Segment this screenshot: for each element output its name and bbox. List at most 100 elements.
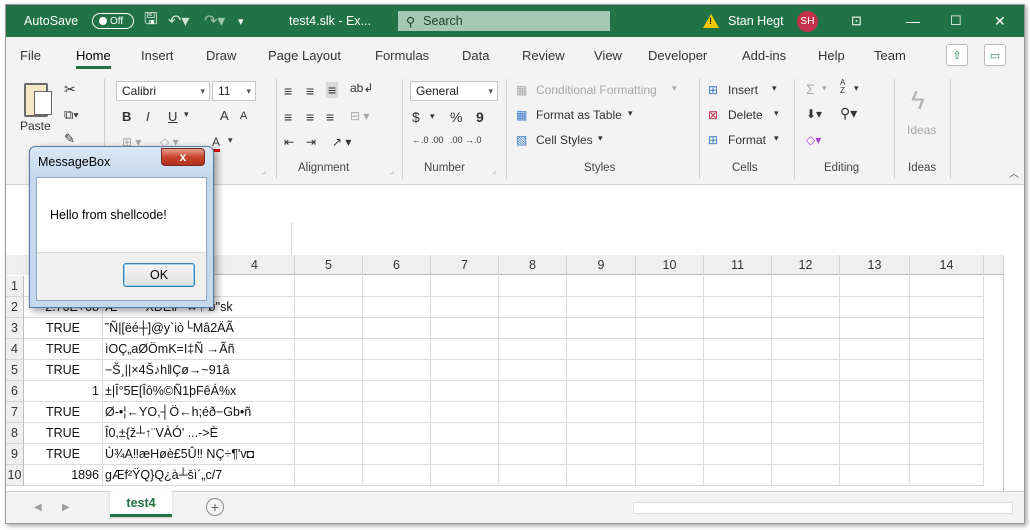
- tab-formulas[interactable]: Formulas: [375, 48, 429, 63]
- empty-cell[interactable]: [910, 381, 984, 402]
- empty-cell[interactable]: [910, 318, 984, 339]
- empty-cell[interactable]: [636, 402, 704, 423]
- empty-cell[interactable]: [295, 297, 363, 318]
- tab-page-layout[interactable]: Page Layout: [268, 48, 341, 63]
- empty-cell[interactable]: [499, 402, 567, 423]
- empty-cell[interactable]: [772, 381, 840, 402]
- align-center-icon[interactable]: ≡: [306, 109, 314, 125]
- empty-cell[interactable]: [295, 402, 363, 423]
- empty-cell[interactable]: [772, 318, 840, 339]
- empty-cell[interactable]: [295, 423, 363, 444]
- cell-text[interactable]: gÆf²ŸQ}Q¿à┴šì´„c/7: [103, 465, 295, 486]
- empty-cell[interactable]: [431, 444, 499, 465]
- empty-cell[interactable]: [295, 339, 363, 360]
- empty-cell[interactable]: [567, 381, 636, 402]
- empty-cell[interactable]: [772, 276, 840, 297]
- number-format-select[interactable]: General ▾: [410, 81, 498, 101]
- empty-cell[interactable]: [499, 339, 567, 360]
- empty-cell[interactable]: [431, 276, 499, 297]
- row-header[interactable]: 4: [6, 339, 24, 360]
- empty-cell[interactable]: [772, 297, 840, 318]
- currency-dropdown-icon[interactable]: ▾: [430, 111, 435, 122]
- empty-cell[interactable]: [431, 402, 499, 423]
- horizontal-scrollbar[interactable]: [633, 502, 1013, 514]
- tab-insert[interactable]: Insert: [141, 48, 174, 63]
- empty-cell[interactable]: [840, 318, 910, 339]
- decrease-decimal-button[interactable]: .00 →.0: [450, 135, 482, 145]
- insert-cells-button[interactable]: Insert: [728, 83, 758, 97]
- format-painter-icon[interactable]: ✎: [64, 131, 75, 147]
- empty-cell[interactable]: [363, 444, 431, 465]
- bold-button[interactable]: B: [122, 109, 131, 124]
- decrease-indent-icon[interactable]: ⇤: [284, 135, 294, 149]
- align-right-icon[interactable]: ≡: [326, 109, 334, 125]
- cell-value[interactable]: 1896: [24, 465, 103, 486]
- empty-cell[interactable]: [567, 465, 636, 486]
- row-header[interactable]: 9: [6, 444, 24, 465]
- column-header[interactable]: 13: [840, 255, 910, 275]
- column-header[interactable]: 14: [910, 255, 984, 275]
- collapse-ribbon-icon[interactable]: ︿: [1009, 165, 1019, 180]
- row-header[interactable]: 8: [6, 423, 24, 444]
- cell-value[interactable]: TRUE: [24, 360, 103, 381]
- column-header[interactable]: 9: [567, 255, 636, 275]
- percent-button[interactable]: %: [450, 109, 462, 125]
- ideas-icon[interactable]: ϟ: [911, 85, 925, 116]
- cell-text[interactable]: −Š¸||×4Š♪h‖Çø→~91â: [103, 360, 295, 381]
- empty-cell[interactable]: [567, 423, 636, 444]
- cell-text[interactable]: ±|Î°5E[Îô%©Ñ1þFêÁ%x: [103, 381, 295, 402]
- column-header[interactable]: 11: [704, 255, 772, 275]
- cell-text[interactable]: Î0,±{ž┴↑¨VÀÓ' ...->È: [103, 423, 295, 444]
- conditional-formatting-button[interactable]: Conditional Formatting: [536, 83, 657, 97]
- empty-cell[interactable]: [704, 360, 772, 381]
- cut-icon[interactable]: ✂: [64, 81, 76, 98]
- tab-help[interactable]: Help: [818, 48, 845, 63]
- tab-data[interactable]: Data: [462, 48, 489, 63]
- orientation-icon[interactable]: ↗ ▾: [332, 135, 351, 149]
- empty-cell[interactable]: [499, 297, 567, 318]
- empty-cell[interactable]: [840, 276, 910, 297]
- empty-cell[interactable]: [431, 318, 499, 339]
- align-bottom-icon[interactable]: ≡: [326, 82, 339, 98]
- cell-value[interactable]: TRUE: [24, 402, 103, 423]
- row-header[interactable]: 1: [6, 276, 24, 297]
- align-middle-icon[interactable]: ≡: [306, 83, 314, 99]
- empty-cell[interactable]: [363, 360, 431, 381]
- font-color-dropdown-icon[interactable]: ▾: [228, 135, 233, 146]
- empty-cell[interactable]: [295, 381, 363, 402]
- empty-cell[interactable]: [772, 339, 840, 360]
- empty-cell[interactable]: [840, 444, 910, 465]
- empty-cell[interactable]: [704, 297, 772, 318]
- cell-text[interactable]: Ù¾A‼æHøè£5Û‼ NÇ÷¶'v◘: [103, 444, 295, 465]
- tab-view[interactable]: View: [594, 48, 622, 63]
- sheet-tab-test4[interactable]: test4: [110, 491, 172, 517]
- empty-cell[interactable]: [363, 276, 431, 297]
- empty-cell[interactable]: [363, 318, 431, 339]
- empty-cell[interactable]: [567, 444, 636, 465]
- empty-cell[interactable]: [704, 444, 772, 465]
- cell-styles-button[interactable]: Cell Styles: [536, 133, 593, 147]
- column-header[interactable]: 4: [215, 255, 295, 275]
- empty-cell[interactable]: [840, 423, 910, 444]
- save-icon[interactable]: 🖫: [144, 5, 158, 37]
- empty-cell[interactable]: [363, 297, 431, 318]
- empty-cell[interactable]: [910, 423, 984, 444]
- empty-cell[interactable]: [636, 465, 704, 486]
- empty-cell[interactable]: [295, 276, 363, 297]
- empty-cell[interactable]: [567, 297, 636, 318]
- tab-team[interactable]: Team: [874, 48, 906, 63]
- underline-dropdown-icon[interactable]: ▾: [184, 109, 189, 120]
- number-dialog-launcher-icon[interactable]: ⌟: [492, 165, 496, 176]
- tab-review[interactable]: Review: [522, 48, 565, 63]
- empty-cell[interactable]: [772, 423, 840, 444]
- empty-cell[interactable]: [636, 318, 704, 339]
- empty-cell[interactable]: [636, 381, 704, 402]
- empty-cell[interactable]: [363, 402, 431, 423]
- user-name[interactable]: Stan Hegt: [728, 5, 784, 37]
- comma-button[interactable]: 9: [476, 109, 484, 125]
- row-header[interactable]: 7: [6, 402, 24, 423]
- empty-cell[interactable]: [704, 423, 772, 444]
- autosum-button[interactable]: Σ: [806, 81, 815, 97]
- empty-cell[interactable]: [567, 276, 636, 297]
- alignment-dialog-launcher-icon[interactable]: ⌟: [390, 165, 394, 176]
